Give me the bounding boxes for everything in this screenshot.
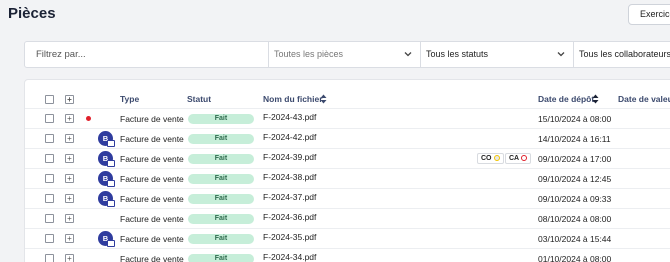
table-row[interactable]: + B Facture de vente Fait F-2024-39.pdf CO CA 0… [25,148,670,168]
avatar: B [98,231,115,247]
row-checkbox[interactable] [45,214,54,223]
table-row[interactable]: + B Facture de vente Fait F-2024-38.pdf 09/10… [25,168,670,188]
sort-icon[interactable] [592,94,599,104]
row-filename[interactable]: F-2024-37.pdf [263,192,316,202]
row-deposit-date: 03/10/2024 à 15:44 [538,234,612,244]
status-badge: Fait [188,134,254,144]
row-type: Facture de vente [120,194,184,204]
expand-row-icon[interactable]: + [65,214,74,223]
status-select[interactable]: Tous les statuts [420,42,573,67]
row-filename[interactable]: F-2024-34.pdf [263,252,316,262]
select-all-checkbox[interactable] [45,95,54,104]
row-type: Facture de vente [120,134,184,144]
avatar: B [98,191,115,207]
table-row[interactable]: + Facture de vente Fait F-2024-34.pdf 01/10/… [25,248,670,262]
row-deposit-date: 15/10/2024 à 08:00 [538,114,612,124]
row-type: Facture de vente [120,234,184,244]
page-title: Pièces [8,5,56,22]
status-badge: Fait [188,214,254,224]
expand-row-icon[interactable]: + [65,234,74,243]
tag-status-icon [521,155,528,161]
row-type: Facture de vente [120,214,184,224]
avatar: B [98,171,115,187]
row-deposit-date: 09/10/2024 à 17:00 [538,154,612,164]
column-type[interactable]: Type [120,94,139,104]
row-checkbox[interactable] [45,114,54,123]
expand-row-icon[interactable]: + [65,114,74,123]
status-badge: Fait [188,174,254,184]
row-checkbox[interactable] [45,194,54,203]
sort-icon[interactable] [320,94,327,104]
table-row[interactable]: + Facture de vente Fait F-2024-43.pdf 15/10/… [25,108,670,128]
table-row[interactable]: + B Facture de vente Fait F-2024-42.pdf 14/10… [25,128,670,148]
row-checkbox[interactable] [45,234,54,243]
document-icon [107,200,115,207]
tag-chip-label: CA [509,155,520,162]
document-icon [107,180,115,187]
collaborators-select[interactable]: Tous les collaborateurs [573,42,670,67]
document-icon [107,160,115,167]
expand-row-icon[interactable]: + [65,174,74,183]
row-deposit-date: 09/10/2024 à 12:45 [538,174,612,184]
row-type: Facture de vente [120,254,184,262]
row-filename[interactable]: F-2024-43.pdf [263,112,316,122]
status-badge: Fait [188,154,254,164]
row-filename[interactable]: F-2024-42.pdf [263,132,316,142]
table-row[interactable]: + Facture de vente Fait F-2024-36.pdf 08/10/… [25,208,670,228]
expand-row-icon[interactable]: + [65,154,74,163]
row-checkbox[interactable] [45,134,54,143]
expand-all-icon[interactable]: + [65,95,74,104]
status-select-label: Tous les statuts [426,49,489,59]
search-input[interactable] [25,42,268,67]
column-status[interactable]: Statut [187,94,211,104]
pieces-select[interactable]: Toutes les pièces [268,42,420,67]
row-filename[interactable]: F-2024-38.pdf [263,172,316,182]
table-header: + Type Statut Nom du fichier Date de dép… [25,88,670,104]
tag-chip[interactable]: CA [505,153,532,164]
column-filename[interactable]: Nom du fichier [263,94,323,104]
unread-dot-icon [86,116,91,121]
row-deposit-date: 09/10/2024 à 09:33 [538,194,612,204]
expand-row-icon[interactable]: + [65,254,74,262]
status-badge: Fait [188,234,254,244]
table-row[interactable]: + B Facture de vente Fait F-2024-37.pdf 09/10… [25,188,670,208]
row-filename[interactable]: F-2024-35.pdf [263,232,316,242]
expand-row-icon[interactable]: + [65,134,74,143]
document-icon [107,240,115,247]
chevron-down-icon [404,52,412,57]
column-deposit-date[interactable]: Date de dépôt [538,94,594,104]
row-filename[interactable]: F-2024-39.pdf [263,152,316,162]
pieces-select-label: Toutes les pièces [274,49,344,59]
row-deposit-date: 08/10/2024 à 08:00 [538,214,612,224]
documents-table: + Type Statut Nom du fichier Date de dép… [24,79,670,262]
status-badge: Fait [188,194,254,204]
table-row[interactable]: + B Facture de vente Fait F-2024-35.pdf 03/10… [25,228,670,248]
row-type: Facture de vente [120,174,184,184]
column-value-date[interactable]: Date de valeur [618,94,670,104]
tag-chip-label: CO [481,155,492,162]
row-checkbox[interactable] [45,174,54,183]
collaborators-select-label: Tous les collaborateurs [579,49,670,59]
filter-bar: Toutes les pièces Tous les statuts Tous … [24,41,670,68]
status-badge: Fait [188,254,254,262]
status-badge: Fait [188,114,254,124]
document-icon [107,140,115,147]
row-type: Facture de vente [120,154,184,164]
row-type: Facture de vente [120,114,184,124]
row-deposit-date: 14/10/2024 à 16:11 [538,134,611,144]
row-checkbox[interactable] [45,154,54,163]
tag-chip[interactable]: CO [477,153,504,164]
avatar: B [98,151,115,167]
tag-status-icon [493,155,500,161]
chevron-down-icon [557,52,565,57]
expand-row-icon[interactable]: + [65,194,74,203]
row-checkbox[interactable] [45,254,54,262]
exercise-button[interactable]: Exercice [628,4,670,25]
row-deposit-date: 01/10/2024 à 08:00 [538,254,612,262]
avatar: B [98,131,115,147]
row-filename[interactable]: F-2024-36.pdf [263,212,316,222]
